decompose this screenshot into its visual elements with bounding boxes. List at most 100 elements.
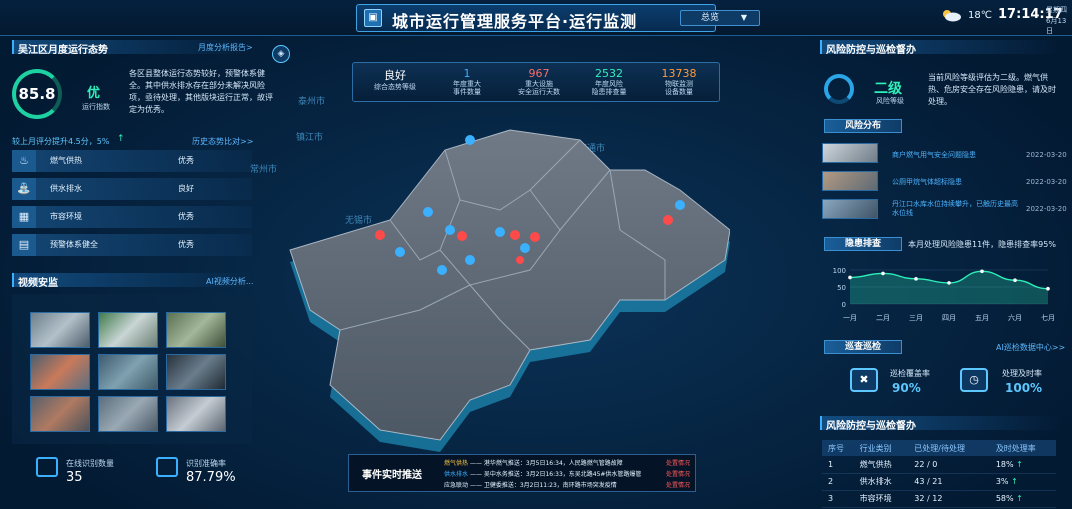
- chart-point[interactable]: [980, 269, 984, 274]
- risk-photo[interactable]: [822, 143, 878, 163]
- table-cell: 18% ↑: [989, 456, 1056, 474]
- temperature: 18℃: [968, 10, 992, 21]
- stat-major-events: 1 年度重大 事件数量: [439, 67, 495, 96]
- camera-feed[interactable]: [166, 354, 226, 390]
- accuracy-value: 87.79%: [186, 470, 236, 485]
- risk-item-text[interactable]: 商户燃气用气安全问题隐患: [892, 151, 1018, 160]
- rate-value: 58%: [995, 494, 1014, 503]
- table-header: 及时处理率: [989, 440, 1056, 456]
- stat-risk-check: 2532 年度风险 隐患排查量: [579, 67, 639, 96]
- event-item[interactable]: 燃气供热 —— 港华燃气推送：3月5日16:34，人民路燃气管路故障: [444, 458, 623, 467]
- view-select[interactable]: 总览 ▼: [680, 10, 760, 26]
- date: 6月13日: [1046, 17, 1067, 35]
- chart-x-tick: 六月: [1008, 313, 1022, 322]
- patrol-tab[interactable]: 巡查巡检: [824, 340, 902, 354]
- table-header: 行业类别: [853, 440, 909, 456]
- map-label-taizhou: 泰州市: [298, 97, 326, 107]
- chevron-down-icon: ▼: [740, 13, 747, 22]
- water-tap-icon: ⛲: [12, 178, 36, 200]
- flame-icon: ♨: [12, 150, 36, 172]
- video-section-title: 视频安监: [18, 278, 58, 289]
- status-item-city[interactable]: ▦ 市容环境 优秀: [12, 206, 252, 228]
- event-state[interactable]: 处置情况: [666, 458, 690, 467]
- risk-photo[interactable]: [822, 199, 878, 219]
- patrol-cover-label: 巡检覆盖率: [890, 369, 930, 378]
- camera-feed[interactable]: [98, 354, 158, 390]
- table-cell: 供水排水: [853, 473, 909, 491]
- camera-feed[interactable]: [30, 312, 90, 348]
- event-state[interactable]: 处置情况: [666, 480, 690, 489]
- risk-level-label: 风险等级: [876, 97, 904, 105]
- video-grid: [12, 294, 252, 444]
- chart-point[interactable]: [848, 275, 852, 280]
- status-item-water[interactable]: ⛲ 供水排水 良好: [12, 178, 252, 200]
- stat-label: 事件数量: [453, 88, 481, 96]
- stat-overall-level: 良好 综合态势等级: [367, 67, 423, 91]
- grade-label: 运行指数: [82, 103, 110, 111]
- hidden-danger-tab[interactable]: 隐患排查: [824, 237, 902, 251]
- status-item-label: 预警体系健全: [50, 240, 98, 249]
- stat-label: 重大设施: [525, 80, 553, 88]
- risk-item-text[interactable]: 公厕甲烷气体超标隐患: [892, 178, 1018, 187]
- table-cell: 市容环境: [853, 490, 909, 508]
- status-item-value: 优秀: [178, 212, 194, 221]
- status-item-gas[interactable]: ♨ 燃气供热 优秀: [12, 150, 252, 172]
- camera-feed[interactable]: [98, 396, 158, 432]
- ai-patrol-link[interactable]: AI巡检数据中心>>: [996, 342, 1065, 353]
- chart-point[interactable]: [1013, 278, 1017, 282]
- table-cell: 3: [822, 490, 854, 508]
- table-cell: 2: [822, 473, 854, 491]
- status-item-value: 优秀: [178, 156, 194, 165]
- chart-point[interactable]: [914, 277, 918, 281]
- event-item[interactable]: 应急联动 —— 卫健委推送：3月2日11:23，南环路市场突发疫情: [444, 480, 617, 489]
- camera-feed[interactable]: [98, 312, 158, 348]
- chart-point[interactable]: [947, 281, 951, 285]
- event-text: —— 港华燃气推送：3月5日16:34，人民路燃气管路故障: [469, 460, 623, 467]
- arrow-up-icon: ↑: [117, 134, 125, 144]
- status-item-label: 供水排水: [50, 184, 82, 193]
- event-category: 应急联动: [444, 482, 469, 489]
- camera-feed[interactable]: [30, 396, 90, 432]
- score-value: 85.8: [18, 85, 56, 103]
- layers-icon[interactable]: ◈: [272, 45, 290, 63]
- district-map[interactable]: [270, 110, 730, 455]
- risk-item-text[interactable]: 丹江口水库水位持续攀升，已触历史最高水位线: [892, 200, 1022, 218]
- camera-feed[interactable]: [166, 396, 226, 432]
- status-item-label: 市容环境: [50, 212, 82, 221]
- table-row[interactable]: 2 供水排水 43 / 21 3% ↑: [822, 473, 1056, 491]
- grade-value: 优: [87, 86, 101, 101]
- arrow-up-icon: ↑: [1016, 459, 1023, 469]
- table-cell: 3% ↑: [989, 473, 1056, 491]
- camera-recognition-icon: [36, 457, 58, 477]
- status-item-alarm[interactable]: ▤ 预警体系健全 优秀: [12, 234, 252, 256]
- chart-y-tick: 100: [833, 267, 846, 275]
- hidden-danger-chart: 100 50 0 一月 二月 三月 四月 五月 六月 七月: [833, 267, 1055, 322]
- chart-point[interactable]: [1046, 286, 1050, 291]
- ai-video-link[interactable]: AI视频分析...: [206, 276, 253, 287]
- table-row[interactable]: 1 燃气供热 22 / 0 18% ↑: [822, 456, 1056, 474]
- page-title: 城市运行管理服务平台·运行监测: [392, 12, 638, 31]
- table-row[interactable]: 3 市容环境 32 / 12 58% ↑: [822, 490, 1056, 508]
- table-cell: 燃气供热: [853, 456, 909, 474]
- event-item[interactable]: 供水排水 —— 吴中水务推送：3月2日16:33，东吴北路45#供水管路爆管: [444, 469, 641, 478]
- table-cell: 1: [822, 456, 854, 474]
- event-push-title: 事件实时推送: [362, 470, 422, 481]
- chart-x-tick: 七月: [1041, 313, 1055, 322]
- event-state[interactable]: 处置情况: [666, 469, 690, 478]
- history-compare-link[interactable]: 历史态势比对>>: [192, 136, 253, 147]
- chart-point[interactable]: [881, 271, 885, 276]
- monthly-report-link[interactable]: 月度分析报告>: [198, 42, 253, 53]
- camera-feed[interactable]: [30, 354, 90, 390]
- risk-desc: 当前风险等级评估为二级。燃气供热、危房安全存在风险隐患，请及时处理。: [928, 73, 1056, 106]
- right-section-title: 风险防控与巡检督办: [826, 45, 916, 56]
- risk-item-date: 2022-03-20: [1026, 151, 1067, 159]
- view-select-value: 总览: [701, 13, 720, 23]
- table-cell: 32 / 12: [908, 490, 990, 508]
- camera-feed[interactable]: [166, 312, 226, 348]
- status-item-label: 燃气供热: [50, 156, 82, 165]
- online-count-value: 35: [66, 470, 83, 485]
- risk-distribution-tab[interactable]: 风险分布: [824, 119, 902, 133]
- risk-photo[interactable]: [822, 171, 878, 191]
- patrol-timely-label: 处理及时率: [1002, 369, 1042, 378]
- left-section-title: 吴江区月度运行态势: [18, 45, 108, 56]
